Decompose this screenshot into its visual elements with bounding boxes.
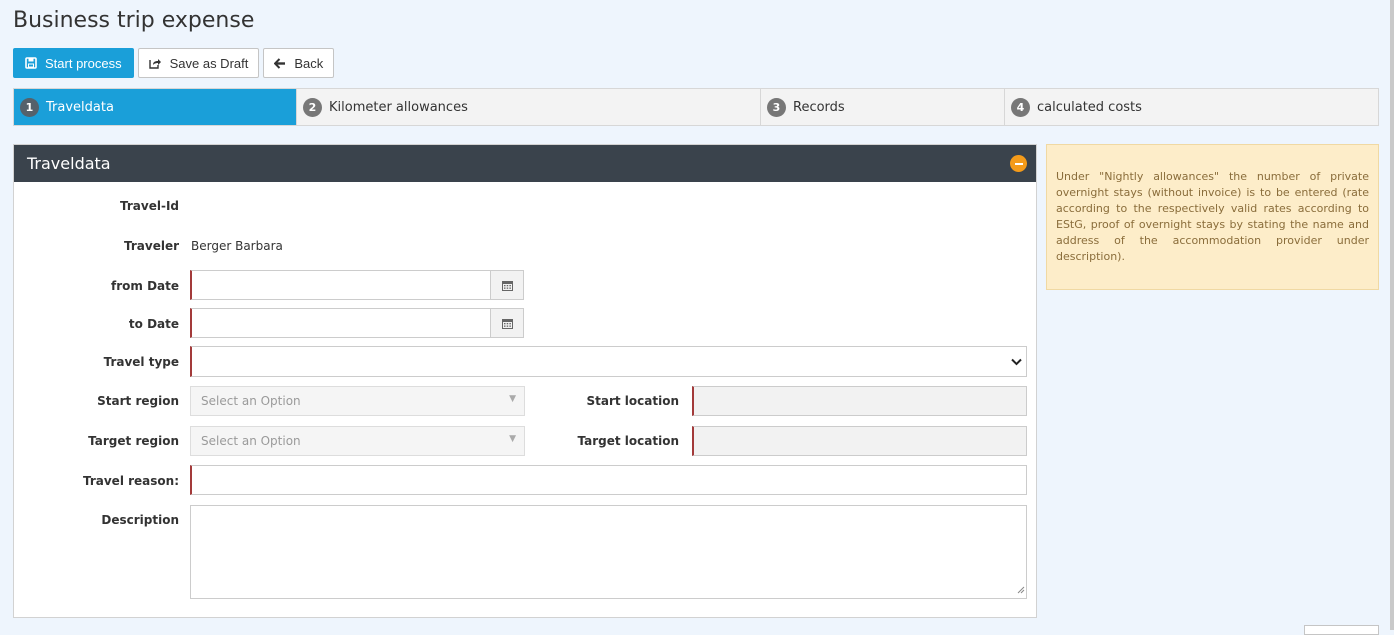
to-date-label: to Date (128, 317, 179, 331)
travel-reason-label: Travel reason: (82, 474, 179, 488)
step-label: Traveldata (46, 99, 114, 115)
target-region-placeholder: Select an Option (201, 434, 301, 448)
collapse-minus-icon[interactable] (1010, 155, 1027, 172)
panel-title: Traveldata (27, 154, 111, 173)
travel-type-select[interactable] (190, 346, 1027, 377)
save-draft-button[interactable]: Save as Draft (137, 48, 260, 78)
save-draft-label: Save as Draft (169, 55, 249, 71)
info-text: Under "Nightly allowances" the number of… (1056, 170, 1369, 263)
wizard-steps: 1 Traveldata 2 Kilometer allowances 3 Re… (13, 88, 1379, 126)
calendar-icon (501, 276, 513, 295)
window-edge (1390, 0, 1394, 630)
step-label: Kilometer allowances (329, 99, 468, 115)
back-label: Back (294, 55, 324, 71)
start-location-input[interactable] (692, 386, 1027, 416)
chevron-down-icon (1011, 355, 1022, 369)
step-calculated-costs[interactable]: 4 calculated costs (1005, 89, 1378, 125)
share-icon (148, 57, 162, 69)
to-date-input[interactable] (190, 308, 491, 338)
step-number: 4 (1011, 97, 1030, 117)
travel-type-label: Travel type (103, 355, 179, 369)
step-number: 3 (767, 97, 786, 117)
description-textarea[interactable] (190, 505, 1027, 599)
toolbar: Start process Save as Draft Back (13, 48, 335, 78)
traveler-label: Traveler (123, 239, 179, 253)
panel-header: Traveldata (14, 145, 1036, 182)
back-button[interactable]: Back (263, 48, 335, 78)
start-process-button[interactable]: Start process (13, 48, 134, 78)
save-disk-icon (25, 57, 37, 69)
traveler-value: Berger Barbara (191, 239, 283, 253)
step-number: 2 (303, 97, 322, 117)
traveldata-panel: Traveldata Travel-Id Traveler Berger Bar… (13, 144, 1037, 618)
to-date-calendar-button[interactable] (490, 308, 524, 338)
bottom-button[interactable] (1304, 625, 1379, 635)
from-date-input[interactable] (190, 270, 491, 300)
info-box: Under "Nightly allowances" the number of… (1046, 144, 1379, 290)
start-location-label: Start location (586, 394, 679, 408)
target-region-label: Target region (88, 434, 179, 448)
step-number: 1 (20, 97, 39, 117)
calendar-icon (501, 314, 513, 333)
resize-handle-icon[interactable] (1016, 583, 1025, 597)
target-location-label: Target location (577, 434, 679, 448)
target-location-input[interactable] (692, 426, 1027, 456)
page-title: Business trip expense (13, 8, 255, 33)
start-process-label: Start process (45, 55, 122, 71)
step-label: Records (793, 99, 845, 115)
start-region-label: Start region (97, 394, 179, 408)
target-region-select[interactable]: Select an Option ▼ (190, 426, 525, 456)
travel-id-label: Travel-Id (120, 199, 179, 213)
from-date-label: from Date (111, 279, 179, 293)
start-region-select[interactable]: Select an Option ▼ (190, 386, 525, 416)
arrow-left-icon (274, 57, 286, 69)
step-records[interactable]: 3 Records (761, 89, 1005, 125)
step-kilometer-allowances[interactable]: 2 Kilometer allowances (297, 89, 761, 125)
description-label: Description (101, 513, 179, 527)
from-date-calendar-button[interactable] (490, 270, 524, 300)
step-traveldata[interactable]: 1 Traveldata (14, 89, 297, 125)
travel-reason-input[interactable] (190, 465, 1027, 495)
step-label: calculated costs (1037, 99, 1142, 115)
start-region-placeholder: Select an Option (201, 394, 301, 408)
